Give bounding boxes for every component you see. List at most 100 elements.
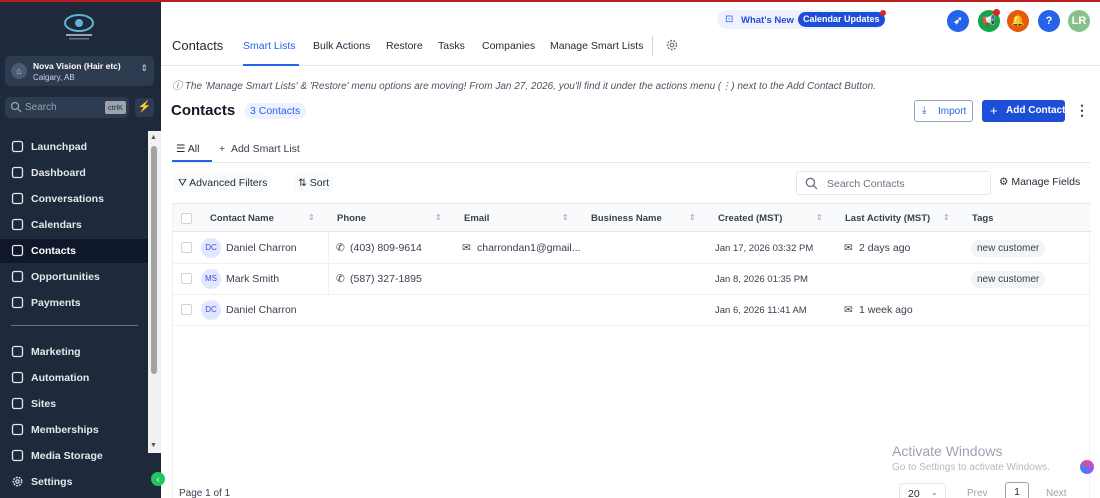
avatar: DC [201, 300, 221, 320]
subtab-all-label: All [187, 143, 200, 155]
tag-badge[interactable]: new customer [971, 240, 1046, 257]
ai-assistant-icon[interactable] [1080, 460, 1094, 474]
rocket-icon[interactable]: ➶ [947, 10, 969, 32]
account-switcher[interactable]: ⌂ Nova Vision (Hair etc) Calgary, AB ⇕ [5, 56, 154, 86]
search-icon [10, 101, 22, 113]
phone-icon: ✆ [336, 242, 345, 254]
location-icon: ⌂ [11, 63, 27, 79]
sort-icon[interactable]: ⇕ [943, 213, 950, 222]
scroll-up-arrow-icon[interactable]: ▲ [150, 134, 157, 141]
tab-bulk-actions[interactable]: Bulk Actions [313, 40, 370, 52]
phone-icon: ✆ [336, 273, 345, 285]
per-page-select[interactable]: 20 ⌄ [899, 483, 946, 498]
column-header-created[interactable]: Created (MST) [718, 213, 782, 224]
tab-companies[interactable]: Companies [482, 40, 535, 52]
avatar: DC [201, 238, 221, 258]
sidebar-item-settings[interactable]: Settings [0, 470, 148, 492]
upload-icon: ⤓ [922, 105, 927, 116]
tab-contacts-title[interactable]: Contacts [172, 38, 223, 53]
contact-count-badge: 3 Contacts [244, 103, 307, 119]
column-header-contact-name[interactable]: Contact Name [210, 213, 274, 224]
column-header-tags[interactable]: Tags [972, 213, 993, 224]
eye-logo-icon[interactable] [60, 12, 98, 42]
subtab-all[interactable]: ☰ All [176, 143, 199, 155]
sidebar-item-memberships[interactable]: Memberships [0, 418, 148, 442]
sidebar-item-label: Contacts [31, 245, 76, 257]
import-button[interactable]: ⤓ Import [914, 100, 973, 122]
table-row[interactable]: DC Daniel Charron Jan 6, 2026 11:41 AM ✉… [173, 295, 1091, 326]
sidebar-item-contacts[interactable]: Contacts [0, 239, 148, 263]
collapse-sidebar-button[interactable]: ‹ [151, 472, 165, 486]
sidebar-item-opportunities[interactable]: Opportunities [0, 265, 148, 289]
advanced-filters-button[interactable]: ⛛ Advanced Filters [174, 175, 272, 192]
search-contacts-input[interactable]: Search Contacts [796, 171, 991, 195]
sort-icon[interactable]: ⇕ [308, 213, 315, 222]
next-page-button[interactable]: Next [1046, 488, 1067, 498]
sidebar-item-conversations[interactable]: Conversations [0, 187, 148, 211]
sidebar-item-label: Opportunities [31, 271, 100, 283]
column-header-business-name[interactable]: Business Name [591, 213, 662, 224]
sidebar-item-label: Sites [31, 398, 57, 410]
whats-new-banner[interactable]: ⊡ What's New Calendar Updates [717, 10, 886, 29]
current-page-button[interactable]: 1 [1005, 482, 1029, 498]
sort-icon[interactable]: ⇕ [689, 213, 696, 222]
chevron-updown-icon: ⇕ [140, 63, 148, 73]
sidebar-item-media-storage[interactable]: Media Storage [0, 444, 148, 468]
sort-button[interactable]: ⇅ Sort [294, 175, 333, 192]
tag-badge[interactable]: new customer [971, 271, 1046, 288]
add-contact-button[interactable]: + Add Contact [982, 100, 1065, 122]
tab-tasks[interactable]: Tasks [438, 40, 465, 52]
automation-icon [11, 371, 24, 384]
add-smart-list-label: Add Smart List [230, 143, 300, 155]
select-all-checkbox[interactable] [181, 213, 192, 224]
search-contacts-placeholder: Search Contacts [827, 178, 905, 190]
row-checkbox[interactable] [181, 242, 192, 253]
add-contact-label: Add Contact [1006, 105, 1066, 116]
sidebar-item-dashboard[interactable]: Dashboard [0, 161, 148, 185]
table-row[interactable]: DC Daniel Charron ✆ (403) 809-9614 ✉ cha… [173, 233, 1091, 264]
email-address[interactable]: charrondan1@gmail... [477, 242, 580, 254]
contact-name[interactable]: Mark Smith [226, 273, 279, 285]
actions-menu-kebab-icon[interactable]: ⋮ [1075, 102, 1089, 119]
phone-number[interactable]: (587) 327-1895 [350, 273, 422, 285]
user-avatar[interactable]: LR [1068, 10, 1090, 32]
row-checkbox[interactable] [181, 273, 192, 284]
sidebar-item-label: Calendars [31, 219, 82, 231]
sidebar-item-payments[interactable]: Payments [0, 291, 148, 315]
sidebar-item-marketing[interactable]: Marketing [0, 340, 148, 364]
tab-smart-lists[interactable]: Smart Lists [243, 40, 296, 52]
sidebar-item-calendars[interactable]: Calendars [0, 213, 148, 237]
sort-icon[interactable]: ⇕ [435, 213, 442, 222]
scroll-down-arrow-icon[interactable]: ▼ [150, 442, 157, 449]
sidebar-item-automation[interactable]: Automation [0, 366, 148, 390]
contacts-icon [11, 244, 24, 257]
sort-icon[interactable]: ⇕ [816, 213, 823, 222]
sidebar-item-sites[interactable]: Sites [0, 392, 148, 416]
bell-icon[interactable]: 🔔 [1007, 10, 1029, 32]
media-icon [11, 449, 24, 462]
sort-label: Sort [309, 177, 329, 189]
sort-icon[interactable]: ⇕ [562, 213, 569, 222]
tab-manage-smart-lists[interactable]: Manage Smart Lists [550, 40, 643, 52]
contact-name[interactable]: Daniel Charron [226, 242, 297, 254]
prev-page-button[interactable]: Prev [967, 488, 988, 498]
gear-icon[interactable] [665, 38, 679, 52]
tab-restore[interactable]: Restore [386, 40, 423, 52]
row-checkbox[interactable] [181, 304, 192, 315]
gear-icon [12, 476, 23, 487]
contact-name[interactable]: Daniel Charron [226, 304, 297, 316]
help-button[interactable]: ? [1038, 10, 1060, 32]
table-row[interactable]: MS Mark Smith ✆ (587) 327-1895 Jan 8, 20… [173, 264, 1091, 295]
sidebar-scroll-thumb[interactable] [151, 146, 157, 374]
column-header-phone[interactable]: Phone [337, 213, 366, 224]
column-header-last-activity[interactable]: Last Activity (MST) [845, 213, 930, 224]
sidebar-search[interactable]: Search ctrlK [5, 97, 129, 118]
column-header-email[interactable]: Email [464, 213, 489, 224]
account-location: Calgary, AB [33, 73, 75, 82]
add-smart-list-button[interactable]: + Add Smart List [219, 143, 300, 155]
calendar-updates-pill[interactable]: Calendar Updates [798, 12, 885, 27]
quick-actions-bolt-icon[interactable]: ⚡ [135, 98, 154, 117]
sidebar-item-launchpad[interactable]: Launchpad [0, 135, 148, 159]
phone-number[interactable]: (403) 809-9614 [350, 242, 422, 254]
manage-fields-button[interactable]: ⚙ Manage Fields [999, 176, 1080, 188]
